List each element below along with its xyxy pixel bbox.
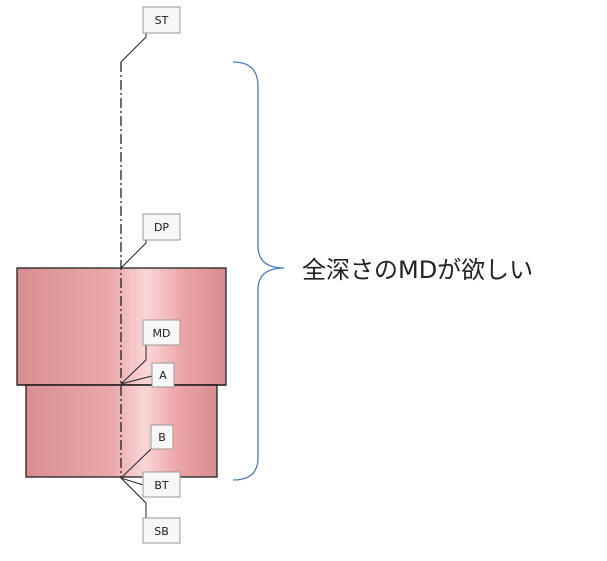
marker-dp: DP — [142, 213, 181, 241]
svg-text:ST: ST — [155, 14, 169, 27]
marker-st: ST — [142, 6, 181, 34]
marker-bt: BT — [142, 471, 181, 498]
leader-dp — [120, 240, 147, 269]
marker-a: A — [151, 362, 175, 388]
svg-text:A: A — [159, 369, 167, 382]
leader-sb — [120, 477, 147, 518]
svg-text:MD: MD — [153, 327, 171, 340]
well-diagram: ST DP MD A B BT SB 全深さのMDが欲しい — [16, 6, 533, 544]
svg-text:SB: SB — [154, 525, 169, 538]
svg-text:BT: BT — [154, 479, 169, 492]
depth-brace — [232, 61, 285, 481]
svg-text:DP: DP — [154, 221, 169, 234]
leader-st — [120, 33, 147, 63]
marker-sb: SB — [142, 517, 181, 544]
annotation-text: 全深さのMDが欲しい — [302, 256, 533, 284]
svg-text:B: B — [158, 431, 166, 444]
marker-b: B — [150, 424, 174, 450]
marker-md: MD — [142, 319, 181, 346]
